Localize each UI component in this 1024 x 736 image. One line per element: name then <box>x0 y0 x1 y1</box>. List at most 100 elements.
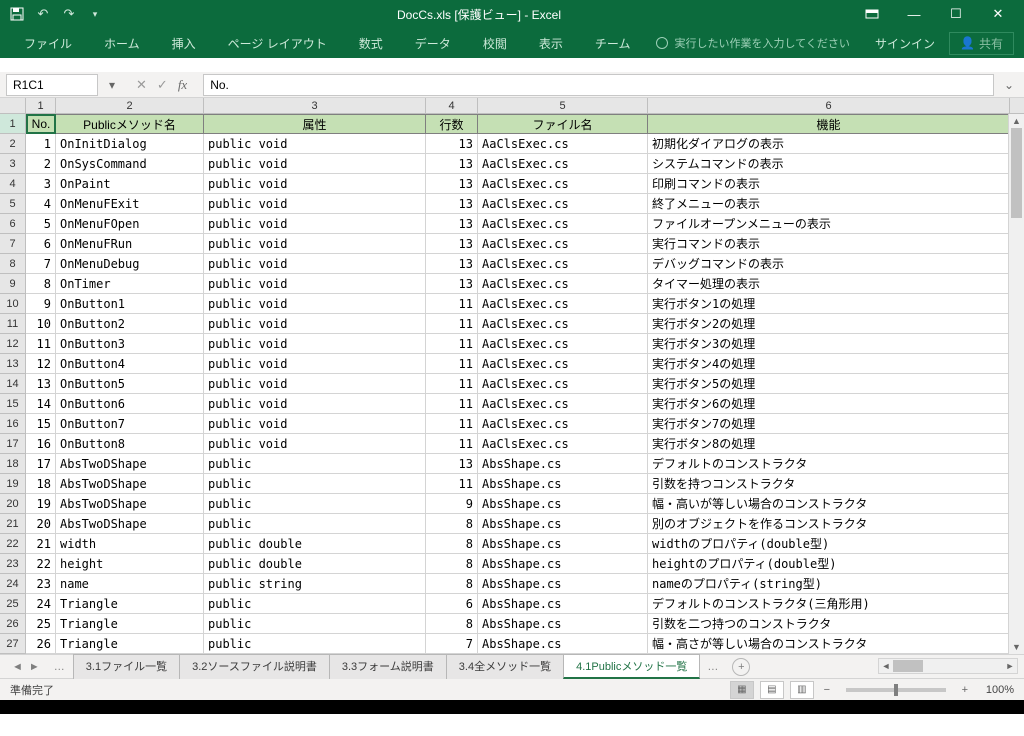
row-header[interactable]: 3 <box>0 154 26 174</box>
cell-desc[interactable]: 実行ボタン3の処理 <box>648 334 1010 354</box>
row-header[interactable]: 4 <box>0 174 26 194</box>
cell-desc[interactable]: 実行ボタン8の処理 <box>648 434 1010 454</box>
row-header[interactable]: 15 <box>0 394 26 414</box>
cell-no[interactable]: 15 <box>26 414 56 434</box>
tab-team[interactable]: チーム <box>581 29 645 58</box>
cell-lines[interactable]: 13 <box>426 194 478 214</box>
row-header[interactable]: 23 <box>0 554 26 574</box>
zoom-slider[interactable] <box>846 688 946 692</box>
cell-desc[interactable]: システムコマンドの表示 <box>648 154 1010 174</box>
cell-lines[interactable]: 8 <box>426 574 478 594</box>
cell-lines[interactable]: 13 <box>426 234 478 254</box>
header-cell-lines[interactable]: 行数 <box>426 114 478 134</box>
cell-no[interactable]: 8 <box>26 274 56 294</box>
save-button[interactable] <box>6 3 28 25</box>
cell-file[interactable]: AaClsExec.cs <box>478 314 648 334</box>
cell-method[interactable]: OnMenuFRun <box>56 234 204 254</box>
cell-method[interactable]: AbsTwoDShape <box>56 514 204 534</box>
cell-lines[interactable]: 11 <box>426 374 478 394</box>
cell-no[interactable]: 23 <box>26 574 56 594</box>
row-header[interactable]: 7 <box>0 234 26 254</box>
cell-attr[interactable]: public string <box>204 574 426 594</box>
tab-review[interactable]: 校閲 <box>469 29 521 58</box>
ribbon-display-button[interactable] <box>852 1 892 27</box>
cell-method[interactable]: OnSysCommand <box>56 154 204 174</box>
col-header[interactable]: 1 <box>26 98 56 113</box>
cell-file[interactable]: AbsShape.cs <box>478 594 648 614</box>
sheet-more-left[interactable]: … <box>46 658 73 676</box>
cell-attr[interactable]: public void <box>204 154 426 174</box>
cell-desc[interactable]: 印刷コマンドの表示 <box>648 174 1010 194</box>
cell-no[interactable]: 24 <box>26 594 56 614</box>
cell-file[interactable]: AaClsExec.cs <box>478 374 648 394</box>
cell-method[interactable]: OnButton5 <box>56 374 204 394</box>
cell-method[interactable]: OnButton4 <box>56 354 204 374</box>
cell-desc[interactable]: 実行ボタン2の処理 <box>648 314 1010 334</box>
cell-desc[interactable]: 初期化ダイアログの表示 <box>648 134 1010 154</box>
sheet-tab[interactable]: 3.4全メソッド一覧 <box>446 654 564 679</box>
row-header[interactable]: 16 <box>0 414 26 434</box>
cell-file[interactable]: AbsShape.cs <box>478 614 648 634</box>
cell-method[interactable]: OnButton6 <box>56 394 204 414</box>
cell-attr[interactable]: public <box>204 634 426 654</box>
row-header[interactable]: 19 <box>0 474 26 494</box>
cell-file[interactable]: AbsShape.cs <box>478 634 648 654</box>
cell-desc[interactable]: デフォルトのコンストラクタ(三角形用) <box>648 594 1010 614</box>
formula-input[interactable]: No. <box>203 74 994 96</box>
cell-no[interactable]: 19 <box>26 494 56 514</box>
cell-lines[interactable]: 8 <box>426 534 478 554</box>
cell-no[interactable]: 25 <box>26 614 56 634</box>
header-cell-file[interactable]: ファイル名 <box>478 114 648 134</box>
cell-desc[interactable]: widthのプロパティ(double型) <box>648 534 1010 554</box>
cell-no[interactable]: 11 <box>26 334 56 354</box>
cancel-formula-icon[interactable]: ✕ <box>136 77 147 93</box>
cell-attr[interactable]: public void <box>204 334 426 354</box>
sheet-more-right[interactable]: … <box>699 658 726 676</box>
row-header[interactable]: 25 <box>0 594 26 614</box>
col-header[interactable]: 3 <box>204 98 426 113</box>
cell-file[interactable]: AaClsExec.cs <box>478 134 648 154</box>
cell-method[interactable]: OnButton7 <box>56 414 204 434</box>
cell-method[interactable]: OnButton8 <box>56 434 204 454</box>
cell-file[interactable]: AbsShape.cs <box>478 514 648 534</box>
sheet-nav-next-icon[interactable]: ► <box>29 661 40 673</box>
cell-file[interactable]: AbsShape.cs <box>478 454 648 474</box>
cell-no[interactable]: 2 <box>26 154 56 174</box>
cell-file[interactable]: AaClsExec.cs <box>478 294 648 314</box>
cell-file[interactable]: AaClsExec.cs <box>478 214 648 234</box>
cell-no[interactable]: 10 <box>26 314 56 334</box>
col-header[interactable]: 6 <box>648 98 1010 113</box>
normal-view-button[interactable]: ▦ <box>730 681 754 699</box>
cell-method[interactable]: Triangle <box>56 634 204 654</box>
cell-file[interactable]: AaClsExec.cs <box>478 154 648 174</box>
cell-attr[interactable]: public void <box>204 294 426 314</box>
hscroll-thumb[interactable] <box>893 660 923 672</box>
row-header[interactable]: 10 <box>0 294 26 314</box>
row-header[interactable]: 1 <box>0 114 26 134</box>
row-header[interactable]: 18 <box>0 454 26 474</box>
cell-method[interactable]: width <box>56 534 204 554</box>
cell-desc[interactable]: デバッグコマンドの表示 <box>648 254 1010 274</box>
cell-attr[interactable]: public <box>204 454 426 474</box>
cell-desc[interactable]: 引数を二つ持つのコンストラクタ <box>648 614 1010 634</box>
row-header[interactable]: 26 <box>0 614 26 634</box>
row-header[interactable]: 27 <box>0 634 26 654</box>
cell-attr[interactable]: public void <box>204 174 426 194</box>
row-header[interactable]: 5 <box>0 194 26 214</box>
cell-desc[interactable]: 幅・高いが等しい場合のコンストラクタ <box>648 494 1010 514</box>
qat-customize-icon[interactable]: ▾ <box>84 3 106 25</box>
cell-desc[interactable]: タイマー処理の表示 <box>648 274 1010 294</box>
minimize-button[interactable]: — <box>894 1 934 27</box>
cell-no[interactable]: 1 <box>26 134 56 154</box>
cell-desc[interactable]: 引数を持つコンストラクタ <box>648 474 1010 494</box>
cell-method[interactable]: height <box>56 554 204 574</box>
cell-method[interactable]: Triangle <box>56 594 204 614</box>
vertical-scrollbar[interactable]: ▲ ▼ <box>1008 114 1024 654</box>
row-header[interactable]: 2 <box>0 134 26 154</box>
sheet-tab[interactable]: 3.1ファイル一覧 <box>73 654 180 679</box>
cell-method[interactable]: OnPaint <box>56 174 204 194</box>
cell-file[interactable]: AaClsExec.cs <box>478 174 648 194</box>
cell-lines[interactable]: 13 <box>426 274 478 294</box>
cell-desc[interactable]: nameのプロパティ(string型) <box>648 574 1010 594</box>
cell-attr[interactable]: public double <box>204 534 426 554</box>
